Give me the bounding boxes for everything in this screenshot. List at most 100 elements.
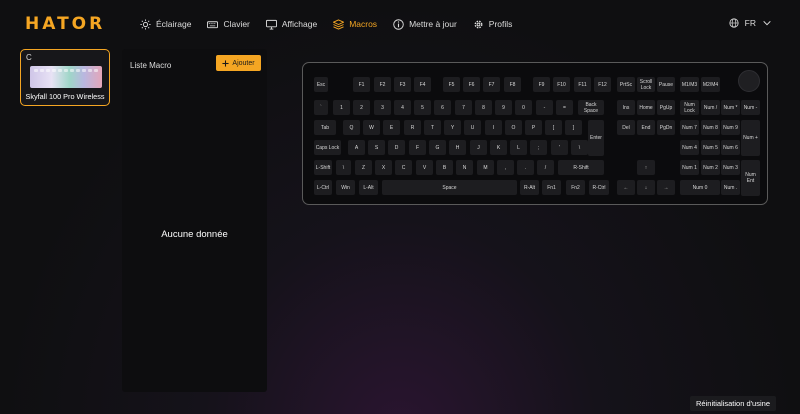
key-f3[interactable]: F3: [394, 77, 411, 92]
key-f9[interactable]: F9: [533, 77, 550, 92]
key-num[interactable]: Num .: [721, 180, 740, 195]
nav-clavier[interactable]: Clavier: [207, 19, 250, 30]
key-num-7[interactable]: Num 7: [680, 120, 699, 135]
key-symbol-104[interactable]: →: [657, 180, 675, 195]
key-s[interactable]: S: [368, 140, 385, 155]
key-f7[interactable]: F7: [483, 77, 500, 92]
key-num-3[interactable]: Num 3: [721, 160, 740, 175]
key-v[interactable]: V: [416, 160, 433, 175]
nav-eclairage[interactable]: Éclairage: [140, 18, 191, 30]
key-c[interactable]: C: [395, 160, 412, 175]
key-symbol-29[interactable]: -: [536, 100, 553, 115]
key-f6[interactable]: F6: [463, 77, 480, 92]
key-l-alt[interactable]: L-Alt: [359, 180, 378, 195]
key-scroll-lock[interactable]: Scroll Lock: [637, 77, 655, 92]
key-f11[interactable]: F11: [574, 77, 591, 92]
key-f8[interactable]: F8: [504, 77, 521, 92]
key-num-2[interactable]: Num 2: [701, 160, 720, 175]
add-macro-button[interactable]: Ajouter: [216, 55, 261, 71]
key-symbol-77[interactable]: \: [336, 160, 351, 175]
volume-knob[interactable]: [738, 70, 760, 92]
key-symbol-86[interactable]: .: [517, 160, 534, 175]
nav-affichage[interactable]: Affichage: [265, 19, 317, 30]
key-m2-m4[interactable]: M2/M4: [701, 77, 720, 92]
key-num-1[interactable]: Num 1: [680, 160, 699, 175]
key-l[interactable]: L: [510, 140, 527, 155]
key-5[interactable]: 5: [414, 100, 431, 115]
key-t[interactable]: T: [424, 120, 441, 135]
key-num-0[interactable]: Num 0: [680, 180, 720, 195]
key-back-space[interactable]: Back Space: [578, 100, 604, 115]
key-k[interactable]: K: [490, 140, 507, 155]
key-3[interactable]: 3: [374, 100, 391, 115]
key-w[interactable]: W: [363, 120, 380, 135]
key-o[interactable]: O: [505, 120, 522, 135]
key-symbol-103[interactable]: ↓: [637, 180, 655, 195]
key-f12[interactable]: F12: [594, 77, 611, 92]
key-num[interactable]: Num /: [701, 100, 720, 115]
nav-profils[interactable]: Profils: [473, 19, 512, 30]
key-num-9[interactable]: Num 9: [721, 120, 740, 135]
key-f4[interactable]: F4: [414, 77, 431, 92]
key-symbol-50[interactable]: [: [545, 120, 562, 135]
key-y[interactable]: Y: [444, 120, 461, 135]
nav-mettre-a-jour[interactable]: Mettre à jour: [393, 18, 457, 30]
key-pgdn[interactable]: PgDn: [657, 120, 675, 135]
key-b[interactable]: B: [436, 160, 453, 175]
key-symbol-18[interactable]: `: [314, 100, 328, 115]
key-2[interactable]: 2: [353, 100, 370, 115]
key-esc[interactable]: Esc: [314, 77, 328, 92]
key-r-shift[interactable]: R-Shift: [558, 160, 604, 175]
key-x[interactable]: X: [375, 160, 392, 175]
key-home[interactable]: Home: [637, 100, 655, 115]
key-f1[interactable]: F1: [353, 77, 370, 92]
key-num-lock[interactable]: Num Lock: [680, 100, 699, 115]
key-ins[interactable]: Ins: [617, 100, 635, 115]
key-win[interactable]: Win: [336, 180, 355, 195]
key-num-8[interactable]: Num 8: [701, 120, 720, 135]
key-n[interactable]: N: [456, 160, 473, 175]
key-z[interactable]: Z: [355, 160, 372, 175]
key-d[interactable]: D: [388, 140, 405, 155]
key-fn2[interactable]: Fn2: [566, 180, 585, 195]
key-f[interactable]: F: [409, 140, 426, 155]
key-caps-lock[interactable]: Caps Lock: [314, 140, 341, 155]
key-symbol-51[interactable]: ]: [565, 120, 582, 135]
key-9[interactable]: 9: [495, 100, 512, 115]
key-7[interactable]: 7: [455, 100, 472, 115]
key-f5[interactable]: F5: [443, 77, 460, 92]
key-num-5[interactable]: Num 5: [701, 140, 720, 155]
key-symbol-72[interactable]: \: [571, 140, 588, 155]
key-r-alt[interactable]: R-Alt: [520, 180, 539, 195]
key-pause[interactable]: Pause: [657, 77, 675, 92]
key-a[interactable]: A: [348, 140, 365, 155]
key-l-ctrl[interactable]: L-Ctrl: [314, 180, 332, 195]
key-symbol-85[interactable]: ,: [497, 160, 514, 175]
language-selector[interactable]: FR: [729, 18, 772, 28]
key-symbol-30[interactable]: =: [556, 100, 573, 115]
device-card[interactable]: C Skyfall 100 Pro Wireless: [20, 49, 110, 106]
key-q[interactable]: Q: [343, 120, 360, 135]
key-num[interactable]: Num +: [741, 120, 760, 156]
key-num[interactable]: Num *: [721, 100, 740, 115]
key-e[interactable]: E: [383, 120, 400, 135]
key-u[interactable]: U: [464, 120, 481, 135]
nav-macros[interactable]: Macros: [333, 18, 377, 30]
key-symbol-87[interactable]: /: [537, 160, 554, 175]
key-num-ent[interactable]: Num Ent: [741, 160, 760, 196]
key-symbol-102[interactable]: ←: [617, 180, 635, 195]
key-g[interactable]: G: [429, 140, 446, 155]
key-del[interactable]: Del: [617, 120, 635, 135]
key-symbol-89[interactable]: ↑: [637, 160, 655, 175]
key-num-6[interactable]: Num 6: [721, 140, 740, 155]
key-4[interactable]: 4: [394, 100, 411, 115]
key-i[interactable]: I: [485, 120, 502, 135]
key-pgup[interactable]: PgUp: [657, 100, 675, 115]
key-r-ctrl[interactable]: R-Ctrl: [589, 180, 609, 195]
key-space[interactable]: Space: [382, 180, 517, 195]
key-end[interactable]: End: [637, 120, 655, 135]
factory-reset-button[interactable]: Réinitialisation d'usine: [690, 396, 776, 411]
key-j[interactable]: J: [470, 140, 487, 155]
key-f2[interactable]: F2: [374, 77, 391, 92]
key-r[interactable]: R: [404, 120, 421, 135]
